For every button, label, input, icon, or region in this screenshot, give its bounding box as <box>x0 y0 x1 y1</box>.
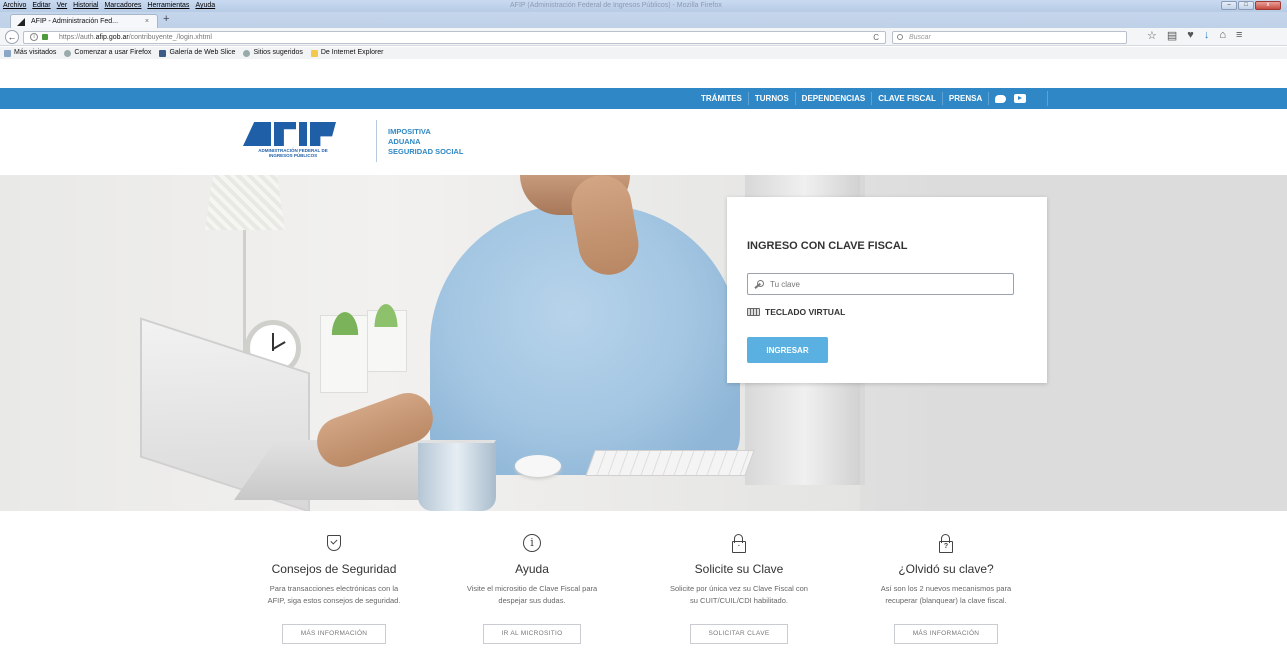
nav-turnos[interactable]: TURNOS <box>749 92 796 105</box>
info-icon[interactable]: i <box>30 33 38 41</box>
info-icon: i <box>523 534 541 552</box>
virtual-keyboard-label: TECLADO VIRTUAL <box>765 307 846 317</box>
bookmarks-folder-icon <box>4 49 11 57</box>
navigation-toolbar: ← i https://auth.afip.gob.ar/contribuyen… <box>0 28 1287 46</box>
tab-title: AFIP - Administración Fed... <box>31 18 119 25</box>
feature-solicite-clave: · Solicite su Clave Solicite por única v… <box>639 531 839 644</box>
virtual-keyboard-link[interactable]: TECLADO VIRTUAL <box>747 307 845 317</box>
url-path: /contribuyente_/login.xhtml <box>128 34 212 41</box>
menu-ver[interactable]: Ver <box>57 0 68 12</box>
mas-informacion-button[interactable]: MÁS INFORMACIÓN <box>281 624 387 644</box>
shield-check-icon <box>327 535 341 551</box>
social-links <box>989 94 1032 103</box>
url-bar[interactable]: i https://auth.afip.gob.ar/contribuyente… <box>23 31 886 44</box>
window-title: AFIP (Administración Federal de Ingresos… <box>510 2 722 9</box>
feature-ayuda: i Ayuda Visite el micrositio de Clave Fi… <box>432 531 632 644</box>
area-impositiva: IMPOSITIVA <box>388 127 431 136</box>
tab-strip <box>0 12 1287 28</box>
reading-list-icon[interactable]: ▤ <box>1167 29 1177 42</box>
window-controls: – □ x <box>1221 1 1281 10</box>
youtube-icon[interactable] <box>1014 94 1027 103</box>
feature-text: Para transacciones electrónicas con la A… <box>267 584 401 605</box>
bookmark-comenzar-firefox[interactable]: Comenzar a usar Firefox <box>64 47 151 59</box>
solicitar-clave-button[interactable]: SOLICITAR CLAVE <box>689 624 789 644</box>
feature-text: Así son los 2 nuevos mecanismos para rec… <box>880 584 1012 605</box>
feature-consejos-seguridad: Consejos de Seguridad Para transacciones… <box>234 531 434 644</box>
bookmark-internet-explorer[interactable]: De Internet Explorer <box>310 47 384 59</box>
logo-subtitle: ADMINISTRACIÓN FEDERAL DE INGRESOS PÚBLI… <box>258 148 328 158</box>
url-host: afip.gob.ar <box>95 34 129 41</box>
logo-areas: IMPOSITIVA ADUANA SEGURIDAD SOCIAL <box>388 127 463 157</box>
minimize-button[interactable]: – <box>1221 1 1237 10</box>
globe-icon <box>243 49 251 57</box>
key-icon <box>754 280 764 288</box>
bookmark-sitios-sugeridos[interactable]: Sitios sugeridos <box>243 47 303 59</box>
tab-close-icon[interactable]: × <box>145 15 149 29</box>
nav-divider <box>1047 91 1048 106</box>
feature-text: Solicite por única vez su Clave Fiscal c… <box>670 584 808 605</box>
feature-text: Visite el micrositio de Clave Fiscal par… <box>466 584 598 605</box>
password-input[interactable] <box>747 273 1014 295</box>
search-icon <box>897 34 903 40</box>
login-card: INGRESO CON CLAVE FISCAL TECLADO VIRTUAL… <box>727 197 1047 383</box>
mas-informacion-recuperar-button[interactable]: MÁS INFORMACIÓN <box>893 624 999 644</box>
toolbar-icons: ☆ ▤ ♥ ↓ ⌂ ≡ <box>1147 29 1242 42</box>
search-bar[interactable]: Buscar <box>892 31 1127 44</box>
keyboard-icon <box>747 308 760 316</box>
lock-icon <box>42 34 48 40</box>
padlock-question-icon: ? <box>939 534 953 553</box>
back-button[interactable]: ← <box>5 30 19 44</box>
nav-tramites[interactable]: TRÁMITES <box>695 92 749 105</box>
feature-title: Ayuda <box>515 562 549 576</box>
site-nav-links: TRÁMITES TURNOS DEPENDENCIAS CLAVE FISCA… <box>695 88 1032 109</box>
tab-afip[interactable]: AFIP - Administración Fed... × <box>10 14 158 29</box>
search-placeholder: Buscar <box>909 34 931 41</box>
logo-divider <box>376 120 377 162</box>
menu-historial[interactable]: Historial <box>73 0 98 12</box>
url-prefix: https://auth. <box>59 34 96 41</box>
menu-herramientas[interactable]: Herramientas <box>147 0 189 12</box>
area-seguridad-social: SEGURIDAD SOCIAL <box>388 147 464 156</box>
menu-icon[interactable]: ≡ <box>1236 29 1242 42</box>
bookmarks-toolbar: Más visitados Comenzar a usar Firefox Ga… <box>0 47 1287 59</box>
afip-logo-mark <box>243 122 363 146</box>
site-top-nav: TRÁMITES TURNOS DEPENDENCIAS CLAVE FISCA… <box>0 88 1287 109</box>
ingresar-button[interactable]: INGRESAR <box>747 337 828 363</box>
twitter-icon[interactable] <box>995 94 1007 103</box>
home-icon[interactable]: ⌂ <box>1219 29 1226 42</box>
afip-logo[interactable]: ADMINISTRACIÓN FEDERAL DE INGRESOS PÚBLI… <box>243 122 363 162</box>
downloads-icon[interactable]: ↓ <box>1204 29 1210 42</box>
nav-clave-fiscal[interactable]: CLAVE FISCAL <box>872 92 943 105</box>
nav-dependencias[interactable]: DEPENDENCIAS <box>796 92 873 105</box>
menu-bar: Archivo Editar Ver Historial Marcadores … <box>3 0 215 12</box>
globe-icon <box>64 49 72 57</box>
area-aduana: ADUANA <box>388 137 421 146</box>
feature-olvido-clave: ? ¿Olvidó su clave? Así son los 2 nuevos… <box>846 531 1046 644</box>
feature-title: Consejos de Seguridad <box>271 562 397 576</box>
menu-marcadores[interactable]: Marcadores <box>104 0 141 12</box>
menu-editar[interactable]: Editar <box>32 0 50 12</box>
login-title: INGRESO CON CLAVE FISCAL <box>747 240 908 252</box>
feature-title: ¿Olvidó su clave? <box>898 562 994 576</box>
bookmark-star-icon[interactable]: ☆ <box>1147 29 1157 42</box>
menu-archivo[interactable]: Archivo <box>3 0 26 12</box>
folder-icon <box>310 49 318 57</box>
padlock-icon: · <box>732 534 746 553</box>
web-slice-icon <box>159 49 167 57</box>
reload-icon[interactable]: C <box>873 32 879 43</box>
bookmark-galeria-web-slice[interactable]: Galería de Web Slice <box>159 47 235 59</box>
pocket-icon[interactable]: ♥ <box>1187 29 1194 42</box>
maximize-button[interactable]: □ <box>1238 1 1254 10</box>
nav-prensa[interactable]: PRENSA <box>943 92 990 105</box>
afip-favicon-icon <box>17 18 25 26</box>
feature-title: Solicite su Clave <box>694 562 784 576</box>
ir-al-micrositio-button[interactable]: IR AL MICROSITIO <box>482 624 582 644</box>
hero-image <box>0 175 1287 511</box>
bookmark-mas-visitados[interactable]: Más visitados <box>4 47 56 59</box>
new-tab-button[interactable]: + <box>163 13 169 25</box>
close-window-button[interactable]: x <box>1255 1 1281 10</box>
menu-ayuda[interactable]: Ayuda <box>195 0 215 12</box>
